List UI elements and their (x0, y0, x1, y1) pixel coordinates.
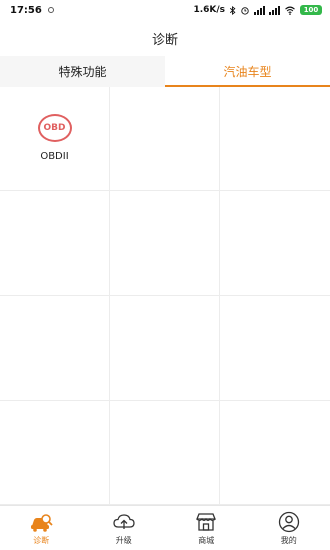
battery-icon: 100 (300, 5, 322, 15)
signal-icon (254, 5, 265, 15)
grid-cell-empty (110, 401, 220, 505)
tab-gasoline-models[interactable]: 汽油车型 (165, 56, 330, 87)
status-bar: 17:56 1.6K/s 100 (0, 0, 330, 20)
obd-logo-icon: OBD (37, 114, 72, 142)
grid-cell-empty (0, 401, 110, 505)
user-icon (278, 511, 299, 532)
grid-cell-empty (110, 296, 220, 401)
bottom-nav: 诊断 升级 商城 我的 (0, 505, 330, 550)
status-time: 17:56 (10, 4, 42, 16)
grid-cell-empty (110, 87, 220, 191)
status-right: 1.6K/s 100 (193, 5, 322, 15)
grid-cell-empty (220, 191, 330, 296)
network-speed: 1.6K/s (193, 5, 225, 15)
grid-cell-empty (0, 191, 110, 296)
page-title: 诊断 (151, 32, 178, 48)
page-header: 诊断 (0, 20, 330, 56)
cloud-upgrade-icon (113, 513, 135, 529)
nav-shop[interactable]: 商城 (165, 506, 248, 550)
shop-icon (196, 512, 217, 531)
nav-diagnosis[interactable]: 诊断 (0, 506, 83, 550)
nav-label: 我的 (280, 535, 297, 545)
tab-label: 汽油车型 (223, 65, 272, 79)
grid-item-obdii[interactable]: OBD OBDII (0, 87, 110, 191)
signal-icon-2 (269, 5, 280, 15)
tab-special-functions[interactable]: 特殊功能 (0, 56, 165, 87)
notification-icon (47, 7, 54, 13)
status-left: 17:56 (10, 5, 54, 16)
grid-cell-empty (110, 191, 220, 296)
vehicle-grid: OBD OBDII (0, 87, 330, 505)
grid-cell-empty (220, 296, 330, 401)
wifi-icon (285, 6, 295, 15)
bluetooth-icon (229, 5, 236, 15)
nav-label: 升级 (115, 535, 132, 545)
grid-cell-empty (0, 296, 110, 401)
nav-label: 诊断 (33, 535, 50, 545)
tab-bar: 特殊功能 汽油车型 (0, 56, 330, 87)
alarm-icon (241, 6, 249, 15)
car-diagnosis-icon (31, 513, 53, 532)
obd-logo-text: OBD (43, 123, 66, 133)
grid-cell-empty (220, 401, 330, 505)
nav-profile[interactable]: 我的 (248, 506, 330, 550)
grid-item-label: OBDII (40, 151, 69, 162)
tab-label: 特殊功能 (58, 65, 107, 79)
nav-upgrade[interactable]: 升级 (83, 506, 166, 550)
grid-cell-empty (220, 87, 330, 191)
nav-label: 商城 (198, 535, 215, 545)
